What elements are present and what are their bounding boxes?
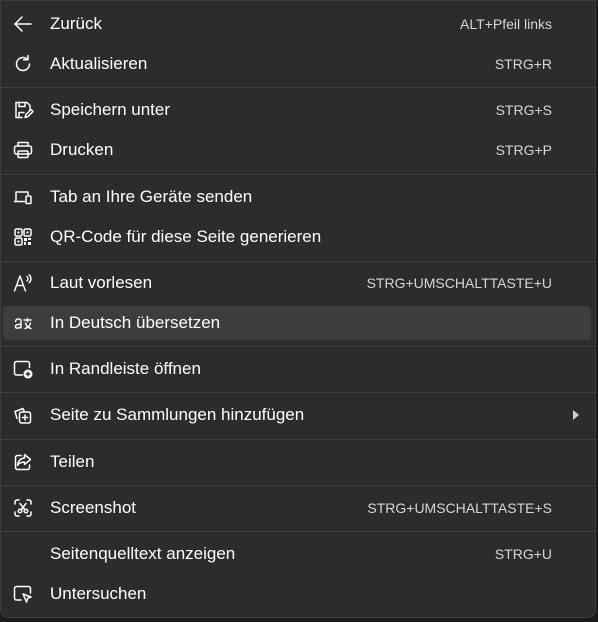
menu-divider bbox=[1, 439, 595, 440]
menu-item-shortcut: STRG+UMSCHALTTASTE+U bbox=[366, 275, 552, 291]
read-aloud-icon bbox=[12, 272, 34, 294]
refresh-icon bbox=[12, 53, 34, 75]
menu-item-label: In Deutsch übersetzen bbox=[50, 313, 221, 332]
share-icon bbox=[12, 451, 34, 473]
menu-item-qr-code[interactable]: QR-Code für diese Seite generieren bbox=[3, 220, 591, 254]
menu-item-screenshot[interactable]: Screenshot STRG+UMSCHALTTASTE+S bbox=[3, 491, 591, 525]
menu-divider bbox=[1, 261, 595, 262]
menu-divider bbox=[1, 174, 595, 175]
menu-item-view-source[interactable]: Seitenquelltext anzeigen STRG+U bbox=[3, 537, 591, 571]
menu-divider bbox=[1, 531, 595, 532]
menu-item-label: Tab an Ihre Geräte senden bbox=[50, 187, 253, 206]
menu-item-save-as[interactable]: Speichern unter STRG+S bbox=[3, 93, 591, 127]
menu-divider bbox=[1, 346, 595, 347]
submenu-arrow-icon bbox=[573, 410, 579, 420]
menu-item-shortcut: STRG+UMSCHALTTASTE+S bbox=[367, 500, 552, 516]
menu-item-shortcut: ALT+Pfeil links bbox=[460, 16, 552, 32]
menu-item-shortcut: STRG+U bbox=[494, 546, 552, 562]
menu-divider bbox=[1, 392, 595, 393]
menu-item-label: Zurück bbox=[50, 14, 102, 33]
menu-item-share[interactable]: Teilen bbox=[3, 445, 591, 479]
menu-item-label: QR-Code für diese Seite generieren bbox=[50, 227, 322, 246]
sidebar-add-icon bbox=[12, 358, 34, 380]
menu-divider bbox=[1, 87, 595, 88]
menu-item-label: Screenshot bbox=[50, 498, 136, 517]
menu-item-inspect[interactable]: Untersuchen bbox=[3, 577, 591, 611]
save-as-icon bbox=[12, 99, 34, 121]
menu-item-back[interactable]: Zurück ALT+Pfeil links bbox=[3, 7, 591, 41]
menu-item-shortcut: STRG+P bbox=[495, 142, 552, 158]
menu-item-shortcut: STRG+S bbox=[495, 102, 552, 118]
menu-item-label: In Randleiste öffnen bbox=[50, 359, 201, 378]
menu-item-shortcut: STRG+R bbox=[494, 56, 552, 72]
collections-add-icon bbox=[12, 404, 34, 426]
context-menu: Zurück ALT+Pfeil links Aktualisieren STR… bbox=[0, 0, 596, 618]
menu-item-label: Seitenquelltext anzeigen bbox=[50, 544, 236, 563]
screenshot-icon bbox=[12, 497, 34, 519]
menu-item-open-sidebar[interactable]: In Randleiste öffnen bbox=[3, 352, 591, 386]
menu-item-refresh[interactable]: Aktualisieren STRG+R bbox=[3, 47, 591, 81]
menu-item-label: Speichern unter bbox=[50, 100, 171, 119]
menu-item-print[interactable]: Drucken STRG+P bbox=[3, 133, 591, 167]
send-to-devices-icon bbox=[12, 186, 34, 208]
menu-item-send-tab[interactable]: Tab an Ihre Geräte senden bbox=[3, 180, 591, 214]
menu-item-label: Laut vorlesen bbox=[50, 273, 153, 292]
translate-icon bbox=[12, 312, 34, 334]
menu-item-add-to-collections[interactable]: Seite zu Sammlungen hinzufügen bbox=[3, 398, 591, 432]
arrow-left-icon bbox=[12, 13, 34, 35]
printer-icon bbox=[12, 139, 34, 161]
qr-code-icon bbox=[12, 226, 34, 248]
menu-item-label: Aktualisieren bbox=[50, 54, 148, 73]
menu-item-label: Seite zu Sammlungen hinzufügen bbox=[50, 405, 305, 424]
menu-item-read-aloud[interactable]: Laut vorlesen STRG+UMSCHALTTASTE+U bbox=[3, 266, 591, 300]
menu-item-label: Untersuchen bbox=[50, 584, 147, 603]
menu-item-label: Teilen bbox=[50, 452, 95, 471]
menu-item-label: Drucken bbox=[50, 140, 114, 159]
inspect-icon bbox=[12, 583, 34, 605]
menu-item-translate[interactable]: In Deutsch übersetzen bbox=[3, 306, 591, 340]
menu-divider bbox=[1, 485, 595, 486]
